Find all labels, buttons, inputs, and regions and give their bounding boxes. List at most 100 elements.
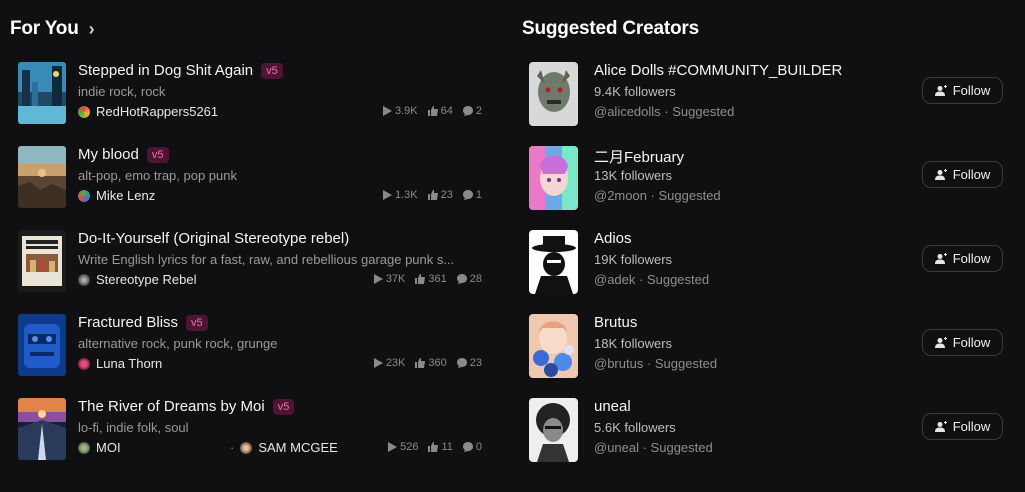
version-badge: v5 — [261, 62, 283, 79]
creator-item[interactable]: uneal 5.6K followers @uneal · Suggested … — [529, 398, 1003, 462]
version-badge: v5 — [272, 398, 295, 415]
creator-item[interactable]: Adios 19K followers @adek · Suggested Fo… — [529, 230, 1003, 294]
comment-count: 28 — [469, 273, 482, 285]
song-artist[interactable]: Stereotype Rebel — [78, 272, 196, 287]
song-artist-secondary[interactable]: · SAM MCGEE — [230, 440, 338, 455]
comment-count: 23 — [469, 357, 482, 369]
song-title[interactable]: Do-It-Yourself (Original Stereotype rebe… — [78, 230, 349, 247]
play-count: 23K — [385, 357, 406, 369]
creator-name[interactable]: uneal — [594, 398, 631, 415]
artist-avatar — [78, 189, 90, 202]
creator-followers: 19K followers — [594, 252, 673, 267]
creator-item[interactable]: 二月February 13K followers @2moon · Sugges… — [529, 146, 1003, 210]
song-stats: 3.9K 64 2 — [382, 105, 482, 117]
creator-handle: @uneal · Suggested — [594, 440, 713, 455]
artist-name: Luna Thorn — [96, 356, 163, 371]
song-title[interactable]: The River of Dreams by Moi — [78, 398, 265, 415]
song-item[interactable]: Do-It-Yourself (Original Stereotype rebe… — [18, 230, 484, 294]
creator-avatar[interactable] — [529, 398, 578, 462]
comment-icon — [462, 190, 473, 200]
song-title[interactable]: Fractured Bliss — [78, 314, 178, 331]
comment-count: 2 — [475, 105, 482, 117]
follow-button[interactable]: Follow — [922, 329, 1003, 356]
song-item[interactable]: Stepped in Dog Shit Again v5 indie rock,… — [18, 62, 484, 126]
thumbs-up-icon — [415, 274, 426, 284]
follow-button[interactable]: Follow — [922, 413, 1003, 440]
song-artist[interactable]: MOI — [78, 440, 121, 455]
comment-icon — [462, 442, 473, 452]
song-cover[interactable] — [18, 62, 66, 124]
song-title[interactable]: My blood — [78, 146, 139, 163]
song-item[interactable]: The River of Dreams by Moi v5 lo-fi, ind… — [18, 398, 484, 462]
song-title[interactable]: Stepped in Dog Shit Again — [78, 62, 253, 79]
creator-name[interactable]: Alice Dolls #COMMUNITY_BUILDER — [594, 62, 842, 79]
creator-handle: @brutus · Suggested — [594, 356, 718, 371]
play-count: 37K — [385, 273, 406, 285]
song-stats: 37K 361 28 — [373, 273, 482, 285]
creator-item[interactable]: Brutus 18K followers @brutus · Suggested… — [529, 314, 1003, 378]
play-icon — [373, 358, 383, 368]
creator-name[interactable]: Brutus — [594, 314, 637, 331]
song-tags: alternative rock, punk rock, grunge — [78, 336, 278, 351]
version-badge: v5 — [186, 314, 208, 331]
comment-icon — [456, 358, 467, 368]
play-icon — [382, 190, 392, 200]
separator-dot: · — [230, 440, 235, 455]
for-you-header[interactable]: For You › — [10, 18, 95, 40]
follow-button[interactable]: Follow — [922, 77, 1003, 104]
creator-avatar[interactable] — [529, 230, 578, 294]
creator-name[interactable]: Adios — [594, 230, 632, 247]
follow-label: Follow — [952, 335, 991, 350]
add-user-icon — [934, 168, 947, 180]
artist-name: Mike Lenz — [96, 188, 156, 203]
artist-name: SAM MCGEE — [258, 440, 338, 455]
follow-label: Follow — [952, 167, 991, 182]
song-artist[interactable]: RedHotRappers5261 — [78, 104, 218, 119]
artist-name: MOI — [96, 440, 121, 455]
creator-followers: 13K followers — [594, 168, 673, 183]
follow-button[interactable]: Follow — [922, 245, 1003, 272]
like-count: 23 — [440, 189, 453, 201]
comment-icon — [462, 106, 473, 116]
chevron-right-icon: › — [88, 18, 95, 39]
follow-label: Follow — [952, 251, 991, 266]
follow-label: Follow — [952, 83, 991, 98]
play-icon — [382, 106, 392, 116]
creator-handle: @alicedolls · Suggested — [594, 104, 735, 119]
play-count: 3.9K — [394, 105, 418, 117]
song-cover[interactable] — [18, 146, 66, 208]
creator-followers: 18K followers — [594, 336, 673, 351]
song-cover[interactable] — [18, 230, 66, 292]
suggested-creators-header: Suggested Creators — [522, 18, 699, 40]
song-artist[interactable]: Mike Lenz — [78, 188, 155, 203]
song-item[interactable]: Fractured Bliss v5 alternative rock, pun… — [18, 314, 484, 378]
add-user-icon — [934, 336, 947, 348]
play-count: 1.3K — [394, 189, 418, 201]
add-user-icon — [934, 84, 947, 96]
creator-avatar[interactable] — [529, 62, 578, 126]
follow-label: Follow — [952, 419, 991, 434]
creator-name[interactable]: 二月February — [594, 146, 684, 167]
artist-avatar — [78, 357, 90, 370]
like-count: 64 — [440, 105, 453, 117]
song-tags: lo-fi, indie folk, soul — [78, 420, 189, 435]
creator-avatar[interactable] — [529, 146, 578, 210]
creator-avatar[interactable] — [529, 314, 578, 378]
artist-avatar — [78, 273, 90, 286]
artist-avatar — [240, 441, 253, 454]
song-item[interactable]: My blood v5 alt-pop, emo trap, pop punk … — [18, 146, 484, 210]
thumbs-up-icon — [427, 106, 438, 116]
creator-item[interactable]: Alice Dolls #COMMUNITY_BUILDER 9.4K foll… — [529, 62, 1003, 126]
song-tags: indie rock, rock — [78, 84, 166, 99]
comment-count: 1 — [475, 189, 482, 201]
song-artist[interactable]: Luna Thorn — [78, 356, 162, 371]
artist-avatar — [78, 441, 90, 454]
song-cover[interactable] — [18, 314, 66, 376]
thumbs-up-icon — [427, 190, 438, 200]
play-count: 526 — [400, 441, 419, 453]
play-icon — [373, 274, 383, 284]
song-cover[interactable] — [18, 398, 66, 460]
follow-button[interactable]: Follow — [922, 161, 1003, 188]
add-user-icon — [934, 420, 947, 432]
play-icon — [388, 442, 398, 452]
